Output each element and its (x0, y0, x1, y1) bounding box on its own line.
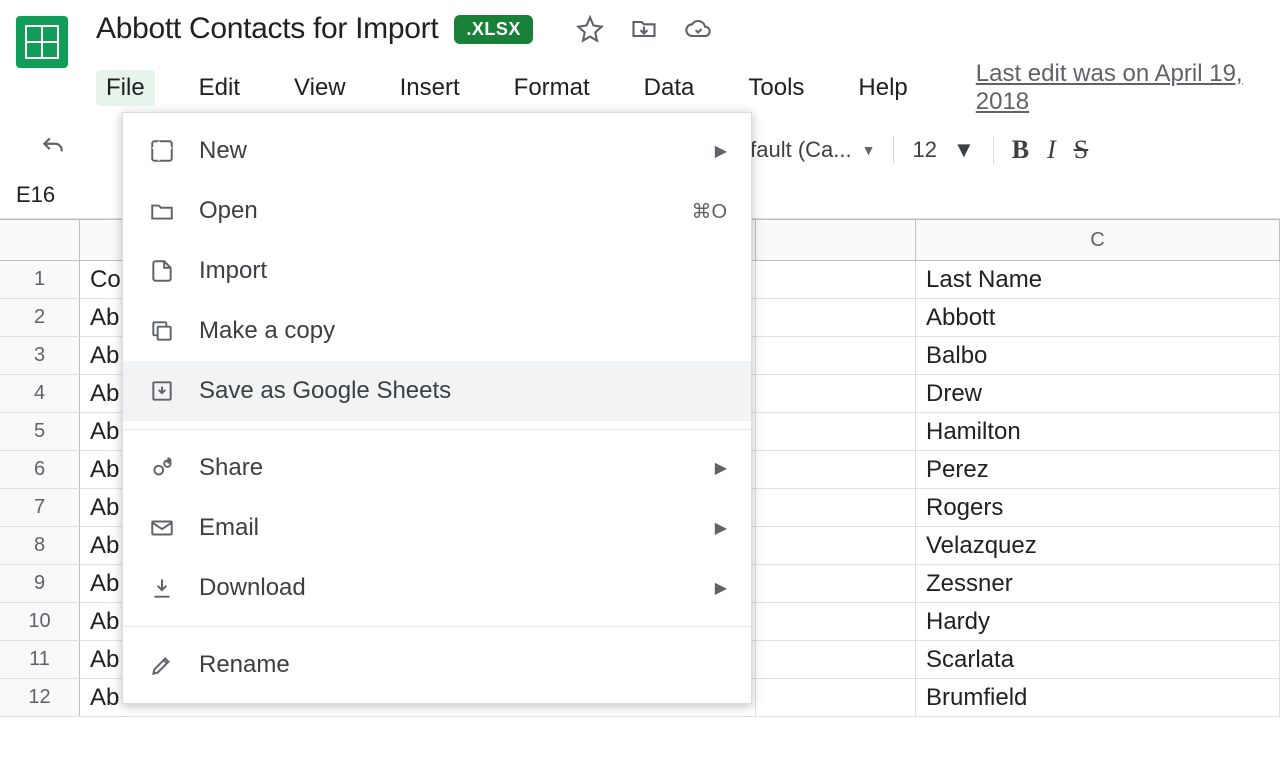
row-header[interactable]: 8 (0, 527, 80, 564)
row-header[interactable]: 7 (0, 489, 80, 526)
row-header[interactable]: 12 (0, 679, 80, 716)
toolbar-separator (893, 136, 894, 164)
menu-view[interactable]: View (284, 70, 356, 106)
menu-edit[interactable]: Edit (189, 70, 250, 106)
cell[interactable] (756, 679, 916, 716)
menu-tools[interactable]: Tools (738, 70, 814, 106)
column-header-b[interactable] (756, 220, 916, 260)
email-icon (147, 513, 177, 543)
last-edit-link[interactable]: Last edit was on April 19, 2018 (976, 60, 1264, 116)
menu-separator (123, 429, 751, 430)
menu-item-download[interactable]: Download ▶ (123, 558, 751, 618)
new-sheet-icon (147, 136, 177, 166)
menu-item-rename[interactable]: Rename (123, 635, 751, 695)
row-header[interactable]: 3 (0, 337, 80, 374)
cell[interactable]: Zessner (916, 565, 1280, 602)
caret-down-icon: ▼ (862, 142, 876, 158)
folder-icon (147, 196, 177, 226)
row-header[interactable]: 2 (0, 299, 80, 336)
submenu-arrow-icon: ▶ (715, 458, 727, 478)
undo-icon[interactable] (40, 134, 66, 166)
submenu-arrow-icon: ▶ (715, 578, 727, 598)
strikethrough-button[interactable]: S (1074, 135, 1088, 165)
cell[interactable]: Perez (916, 451, 1280, 488)
xlsx-badge: .XLSX (454, 15, 533, 44)
save-icon (147, 376, 177, 406)
row-header[interactable]: 11 (0, 641, 80, 678)
cell[interactable] (756, 337, 916, 374)
cell[interactable]: Last Name (916, 261, 1280, 298)
row-header[interactable]: 1 (0, 261, 80, 298)
rename-icon (147, 650, 177, 680)
select-all-corner[interactable] (0, 220, 80, 260)
cloud-status-icon[interactable] (683, 14, 713, 44)
row-header[interactable]: 5 (0, 413, 80, 450)
cell[interactable] (756, 641, 916, 678)
menu-item-save-as-google-sheets[interactable]: Save as Google Sheets (123, 361, 751, 421)
cell[interactable] (756, 261, 916, 298)
cell[interactable] (756, 299, 916, 336)
copy-icon (147, 316, 177, 346)
cell[interactable]: Velazquez (916, 527, 1280, 564)
cell[interactable]: Hardy (916, 603, 1280, 640)
menu-item-share[interactable]: Share ▶ (123, 438, 751, 498)
row-header[interactable]: 10 (0, 603, 80, 640)
import-icon (147, 256, 177, 286)
menu-insert[interactable]: Insert (390, 70, 470, 106)
move-icon[interactable] (629, 14, 659, 44)
menu-item-email[interactable]: Email ▶ (123, 498, 751, 558)
font-size-value: 12 (912, 137, 936, 163)
cell[interactable] (756, 451, 916, 488)
cell[interactable] (756, 565, 916, 602)
cell[interactable]: Drew (916, 375, 1280, 412)
column-header-c[interactable]: C (916, 220, 1280, 260)
submenu-arrow-icon: ▶ (715, 141, 727, 161)
menu-separator (123, 626, 751, 627)
document-title[interactable]: Abbott Contacts for Import (96, 12, 438, 46)
share-icon (147, 453, 177, 483)
download-icon (147, 573, 177, 603)
menu-item-make-copy[interactable]: Make a copy (123, 301, 751, 361)
menu-format[interactable]: Format (504, 70, 600, 106)
row-header[interactable]: 9 (0, 565, 80, 602)
submenu-arrow-icon: ▶ (715, 518, 727, 538)
cell[interactable] (756, 603, 916, 640)
toolbar-separator (993, 136, 994, 164)
menu-file[interactable]: File (96, 70, 155, 106)
menu-help[interactable]: Help (848, 70, 917, 106)
italic-button[interactable]: I (1047, 135, 1056, 165)
cell[interactable]: Brumfield (916, 679, 1280, 716)
cell[interactable] (756, 413, 916, 450)
cell[interactable] (756, 375, 916, 412)
cell[interactable] (756, 489, 916, 526)
menu-item-new[interactable]: New ▶ (123, 121, 751, 181)
cell[interactable]: Hamilton (916, 413, 1280, 450)
sheets-logo[interactable] (16, 16, 68, 68)
cell[interactable] (756, 527, 916, 564)
star-icon[interactable] (575, 14, 605, 44)
menu-data[interactable]: Data (634, 70, 705, 106)
bold-button[interactable]: B (1012, 135, 1029, 165)
menu-item-open[interactable]: Open ⌘O (123, 181, 751, 241)
cell[interactable]: Abbott (916, 299, 1280, 336)
caret-down-icon: ▼ (953, 137, 975, 163)
cell[interactable]: Scarlata (916, 641, 1280, 678)
file-menu-dropdown: New ▶ Open ⌘O Import Make a copy Save as… (122, 112, 752, 704)
cell[interactable]: Balbo (916, 337, 1280, 374)
font-size-selector[interactable]: 12 ▼ (912, 137, 974, 163)
cell[interactable]: Rogers (916, 489, 1280, 526)
menu-item-import[interactable]: Import (123, 241, 751, 301)
row-header[interactable]: 4 (0, 375, 80, 412)
row-header[interactable]: 6 (0, 451, 80, 488)
shortcut-text: ⌘O (691, 199, 727, 224)
